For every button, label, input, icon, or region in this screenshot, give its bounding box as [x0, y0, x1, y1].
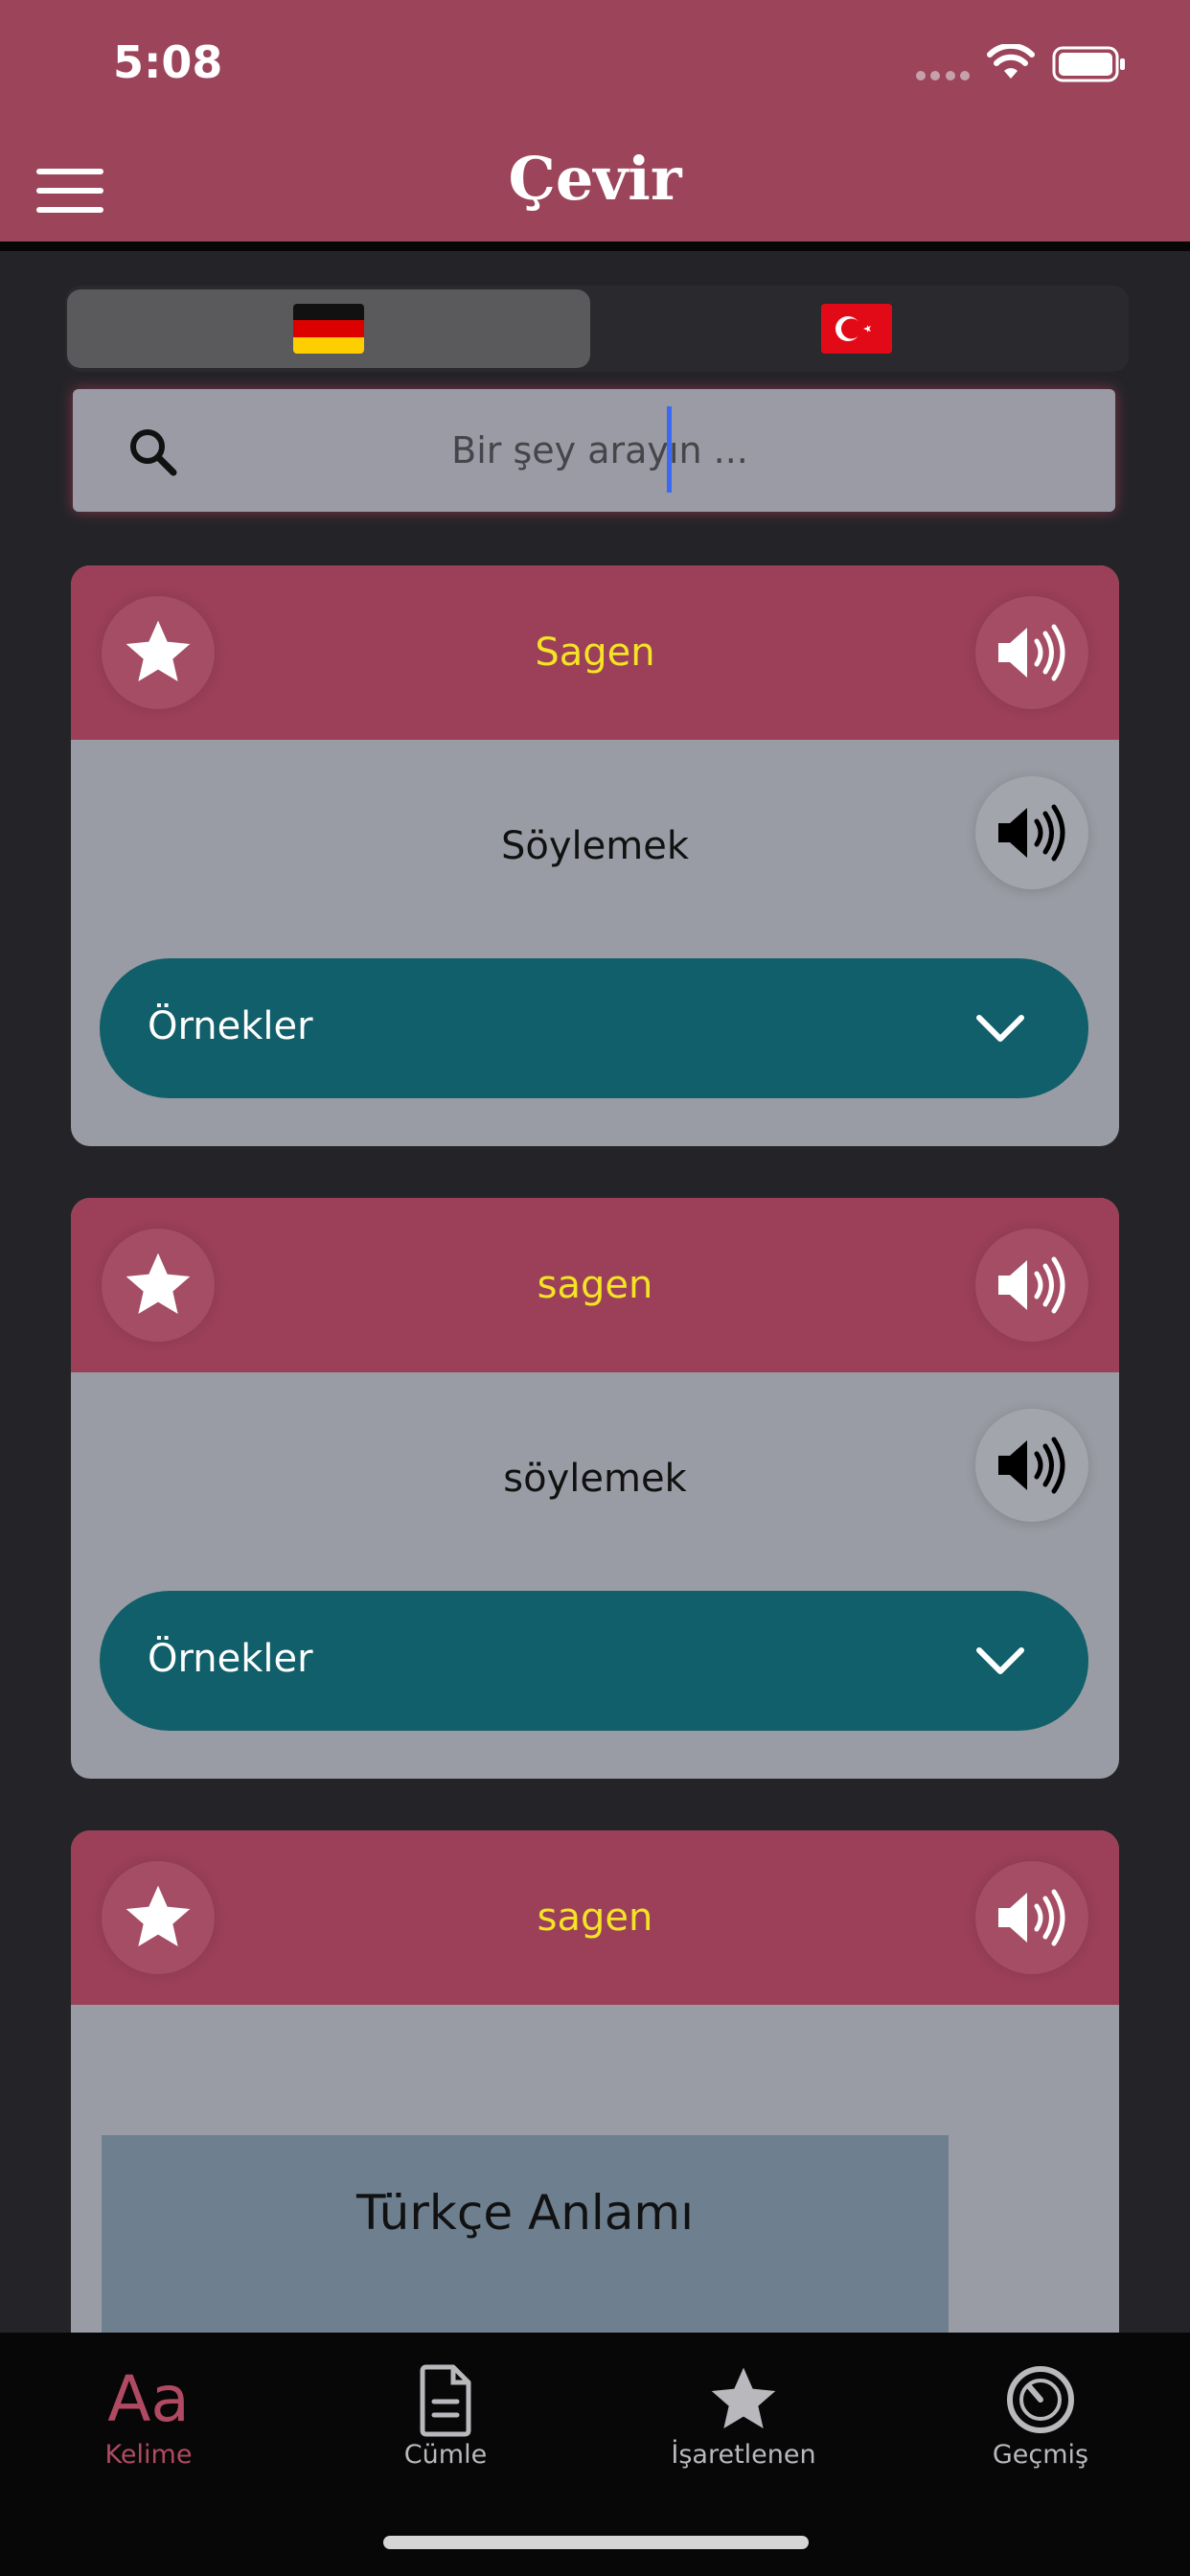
star-icon [711, 2367, 776, 2428]
speaker-icon [998, 624, 1065, 681]
chevron-down-icon [976, 1015, 1024, 1042]
search-icon [130, 429, 177, 476]
examples-dropdown[interactable]: Örnekler [100, 1591, 1088, 1731]
battery-icon [1052, 46, 1125, 82]
play-word-button[interactable] [975, 1229, 1088, 1342]
language-toggle [65, 286, 1129, 372]
result-card: sagen söylemek Örnekler [71, 1198, 1119, 1779]
favorite-button[interactable] [102, 596, 215, 709]
star-icon [126, 1253, 191, 1314]
card-meaning: söylemek [503, 1457, 687, 1501]
turkish-meaning-label: Türkçe Anlamı [355, 2185, 695, 2241]
speaker-icon [998, 1889, 1065, 1946]
star-icon [126, 1885, 191, 1946]
card-word: sagen [537, 1263, 653, 1307]
play-word-button[interactable] [975, 596, 1088, 709]
card-word: sagen [537, 1896, 653, 1940]
examples-label: Örnekler [148, 1637, 313, 1681]
flag-de-icon [293, 304, 364, 354]
speaker-icon [998, 1437, 1065, 1494]
examples-label: Örnekler [148, 1004, 313, 1048]
search-input[interactable] [207, 410, 993, 491]
status-time: 5:08 [113, 36, 223, 88]
star-icon [126, 620, 191, 681]
tab-label: Kelime [104, 2440, 193, 2470]
speaker-icon [998, 804, 1065, 862]
favorite-button[interactable] [102, 1229, 215, 1342]
text-aa-icon: Aa [107, 2362, 190, 2436]
tab-cumle[interactable]: Cümle [302, 2333, 589, 2496]
result-card: Sagen Söylemek Örnekler [71, 565, 1119, 1146]
page-title: Çevir [508, 144, 682, 214]
tab-label: İşaretlenen [671, 2440, 816, 2470]
tab-label: Cümle [403, 2440, 488, 2470]
play-word-button[interactable] [975, 1861, 1088, 1974]
favorite-button[interactable] [102, 1861, 215, 1974]
play-meaning-button[interactable] [975, 1409, 1088, 1522]
language-option-turkish[interactable] [598, 289, 1115, 368]
app-header: 5:08 Çevir [0, 0, 1190, 251]
play-meaning-button[interactable] [975, 776, 1088, 889]
search-box[interactable] [73, 389, 1115, 512]
signal-dots-icon [916, 71, 970, 80]
card-word: Sagen [535, 631, 655, 675]
chevron-down-icon [976, 1647, 1024, 1674]
history-icon [1007, 2366, 1074, 2433]
text-caret [667, 406, 672, 493]
tab-label: Geçmiş [992, 2440, 1089, 2470]
tab-isaretlenen[interactable]: İşaretlenen [600, 2333, 887, 2496]
examples-dropdown[interactable]: Örnekler [100, 958, 1088, 1098]
home-indicator [383, 2536, 809, 2549]
card-meaning: Söylemek [501, 824, 689, 868]
wifi-icon [987, 44, 1035, 79]
language-option-german[interactable] [67, 289, 590, 368]
tab-gecmis[interactable]: Geçmiş [897, 2333, 1184, 2496]
speaker-icon [998, 1256, 1065, 1314]
flag-tr-icon [821, 304, 892, 354]
document-icon [420, 2364, 471, 2437]
tab-kelime[interactable]: Aa Kelime [5, 2333, 292, 2496]
turkish-meaning-box: Türkçe Anlamı [102, 2135, 949, 2336]
